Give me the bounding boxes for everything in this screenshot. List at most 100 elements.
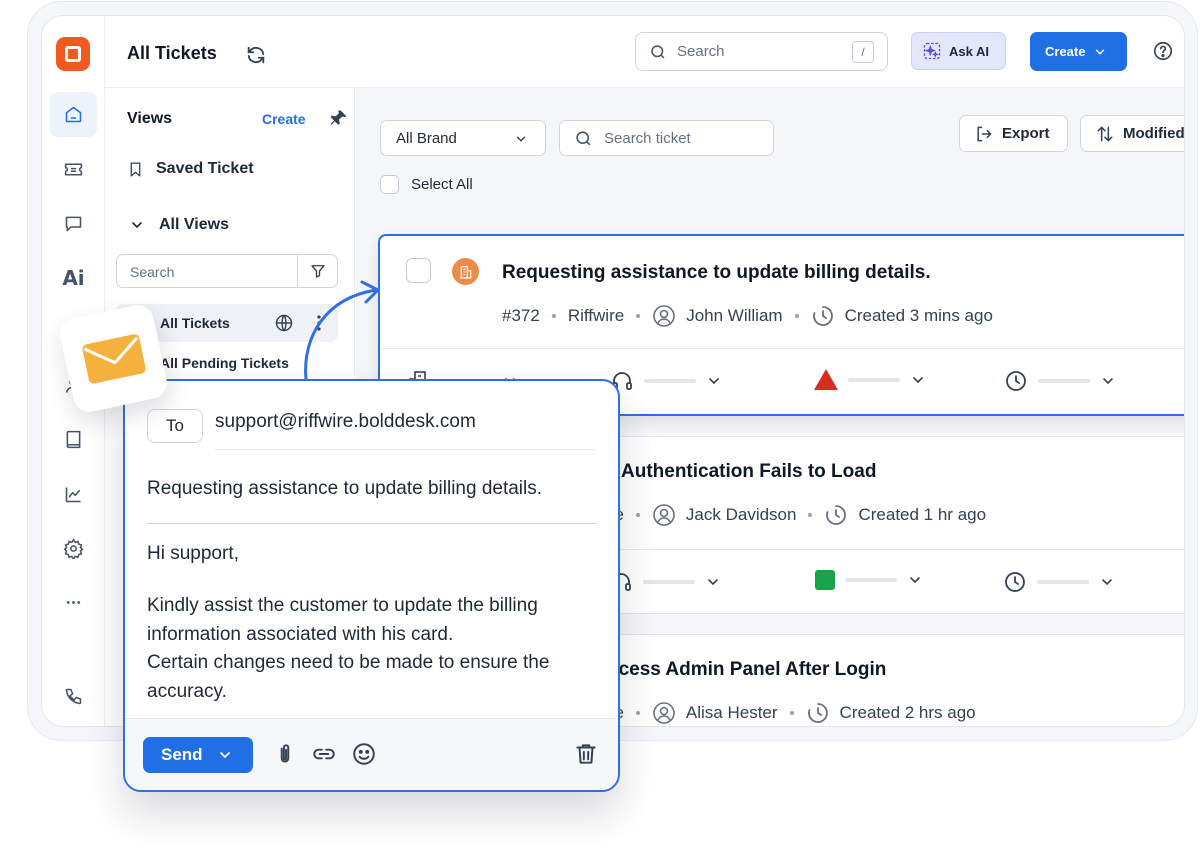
priority-low-icon (815, 570, 835, 590)
organization-icon (452, 258, 479, 285)
ai-text: Ai (62, 265, 85, 290)
search-icon (576, 131, 591, 146)
global-search-input[interactable]: Search / (635, 32, 888, 71)
create-button[interactable]: Create (1030, 32, 1127, 71)
agent-field[interactable] (610, 369, 722, 393)
book-icon[interactable] (50, 417, 97, 462)
export-icon (977, 126, 992, 141)
ticket-title[interactable]: ccess Admin Panel After Login (608, 659, 886, 681)
composer-footer: Send (125, 718, 618, 790)
to-label: To (147, 409, 203, 443)
sort-icon (1097, 126, 1113, 141)
top-bar: All Tickets Search / Ask AI Create (105, 16, 1184, 88)
page-title: All Tickets (127, 43, 217, 63)
send-label: Send (161, 745, 203, 764)
views-title: Views (127, 110, 173, 127)
ticket-created: Created 3 mins ago (844, 306, 993, 325)
status-field[interactable] (1003, 570, 1115, 594)
saved-ticket-item[interactable]: Saved Ticket (127, 160, 254, 178)
ticket-agent: Jack Davidson (685, 505, 797, 524)
chevron-down-icon (910, 577, 920, 584)
ticket-search-input[interactable]: Search ticket (559, 120, 774, 156)
priority-field[interactable] (815, 570, 923, 590)
delete-icon[interactable] (573, 741, 599, 767)
sort-label: Modified (1123, 125, 1185, 142)
chevron-down-icon (132, 222, 142, 229)
views-search-placeholder: Search (130, 264, 175, 280)
ticket-brand: Riffwire (567, 306, 625, 325)
ticket-meta: ire Alisa Hester Created 2 hrs ago (605, 701, 976, 725)
ticket-icon[interactable] (50, 147, 97, 192)
view-item-label: All Tickets (160, 315, 230, 331)
ticket-title[interactable]: Authentication Fails to Load (621, 461, 876, 483)
pin-icon[interactable] (329, 108, 349, 128)
brand-logo[interactable] (56, 37, 90, 71)
brand-select[interactable]: All Brand (380, 120, 546, 156)
email-composer: To support@riffwire.bolddesk.com Request… (123, 379, 620, 792)
user-avatar-icon (653, 702, 675, 724)
all-views-toggle[interactable]: All Views (129, 216, 229, 234)
mail-sticker (57, 302, 170, 415)
envelope-icon (81, 333, 146, 384)
phone-icon[interactable] (50, 674, 97, 719)
attachment-icon[interactable] (272, 741, 298, 767)
chevron-down-icon (516, 136, 526, 142)
shortcut-key: / (852, 41, 874, 63)
globe-icon (274, 313, 294, 333)
export-button[interactable]: Export (959, 115, 1068, 152)
analytics-icon[interactable] (50, 472, 97, 517)
chat-icon[interactable] (50, 201, 97, 246)
chevron-down-icon (709, 378, 719, 385)
chevron-down-icon (1096, 49, 1105, 55)
ticket-created: Created 2 hrs ago (839, 703, 976, 722)
ticket-meta: ire Jack Davidson Created 1 hr ago (605, 503, 986, 527)
sort-button[interactable]: Modified (1080, 115, 1185, 152)
view-item-label: All Pending Tickets (160, 355, 289, 371)
settings-icon[interactable] (50, 526, 97, 571)
clock-history-icon (807, 703, 828, 723)
status-field[interactable] (1004, 369, 1116, 393)
agent-field[interactable] (609, 570, 721, 594)
ask-ai-label: Ask AI (949, 43, 989, 59)
home-icon[interactable] (50, 92, 97, 137)
chevron-down-icon (708, 579, 718, 586)
brand-select-value: All Brand (396, 130, 457, 147)
ticket-search-placeholder: Search ticket (604, 130, 691, 147)
views-create-link[interactable]: Create (262, 111, 306, 127)
ticket-checkbox[interactable] (406, 258, 431, 283)
to-address-field[interactable]: support@riffwire.bolddesk.com (215, 411, 476, 433)
body-text[interactable]: Kindly assist the customer to update the… (147, 592, 607, 706)
chevron-down-icon (913, 376, 923, 383)
select-all[interactable]: Select All (380, 175, 473, 194)
ticket-agent: Alisa Hester (685, 703, 778, 722)
export-label: Export (1002, 125, 1050, 142)
priority-field[interactable] (814, 369, 926, 390)
clock-icon (1005, 572, 1025, 592)
ai-icon[interactable]: Ai (50, 255, 97, 300)
search-placeholder: Search (677, 43, 725, 60)
more-icon[interactable] (50, 580, 97, 625)
emoji-icon[interactable] (351, 741, 377, 767)
ask-ai-button[interactable]: Ask AI (911, 32, 1006, 70)
saved-ticket-label: Saved Ticket (156, 160, 254, 177)
body-greeting[interactable]: Hi support, (147, 543, 239, 565)
select-all-checkbox[interactable] (380, 175, 399, 194)
search-icon (649, 43, 667, 61)
ticket-title[interactable]: Requesting assistance to update billing … (502, 262, 931, 284)
body-paragraph: Kindly assist the customer to update the… (147, 595, 538, 645)
clock-history-icon (812, 306, 833, 326)
priority-high-icon (814, 369, 838, 390)
arrow-graphic (304, 280, 380, 382)
clock-history-icon (826, 505, 847, 525)
chevron-down-icon (219, 752, 230, 759)
create-label: Create (1045, 44, 1086, 59)
send-button[interactable]: Send (143, 737, 253, 773)
ticket-created: Created 1 hr ago (858, 505, 987, 524)
link-icon[interactable] (311, 741, 337, 767)
help-icon[interactable] (1152, 40, 1174, 62)
user-avatar-icon (653, 305, 676, 327)
subject-field[interactable]: Requesting assistance to update billing … (147, 478, 542, 500)
ticket-id: #372 (502, 306, 540, 325)
refresh-icon[interactable] (245, 44, 267, 66)
user-avatar-icon (653, 504, 675, 526)
